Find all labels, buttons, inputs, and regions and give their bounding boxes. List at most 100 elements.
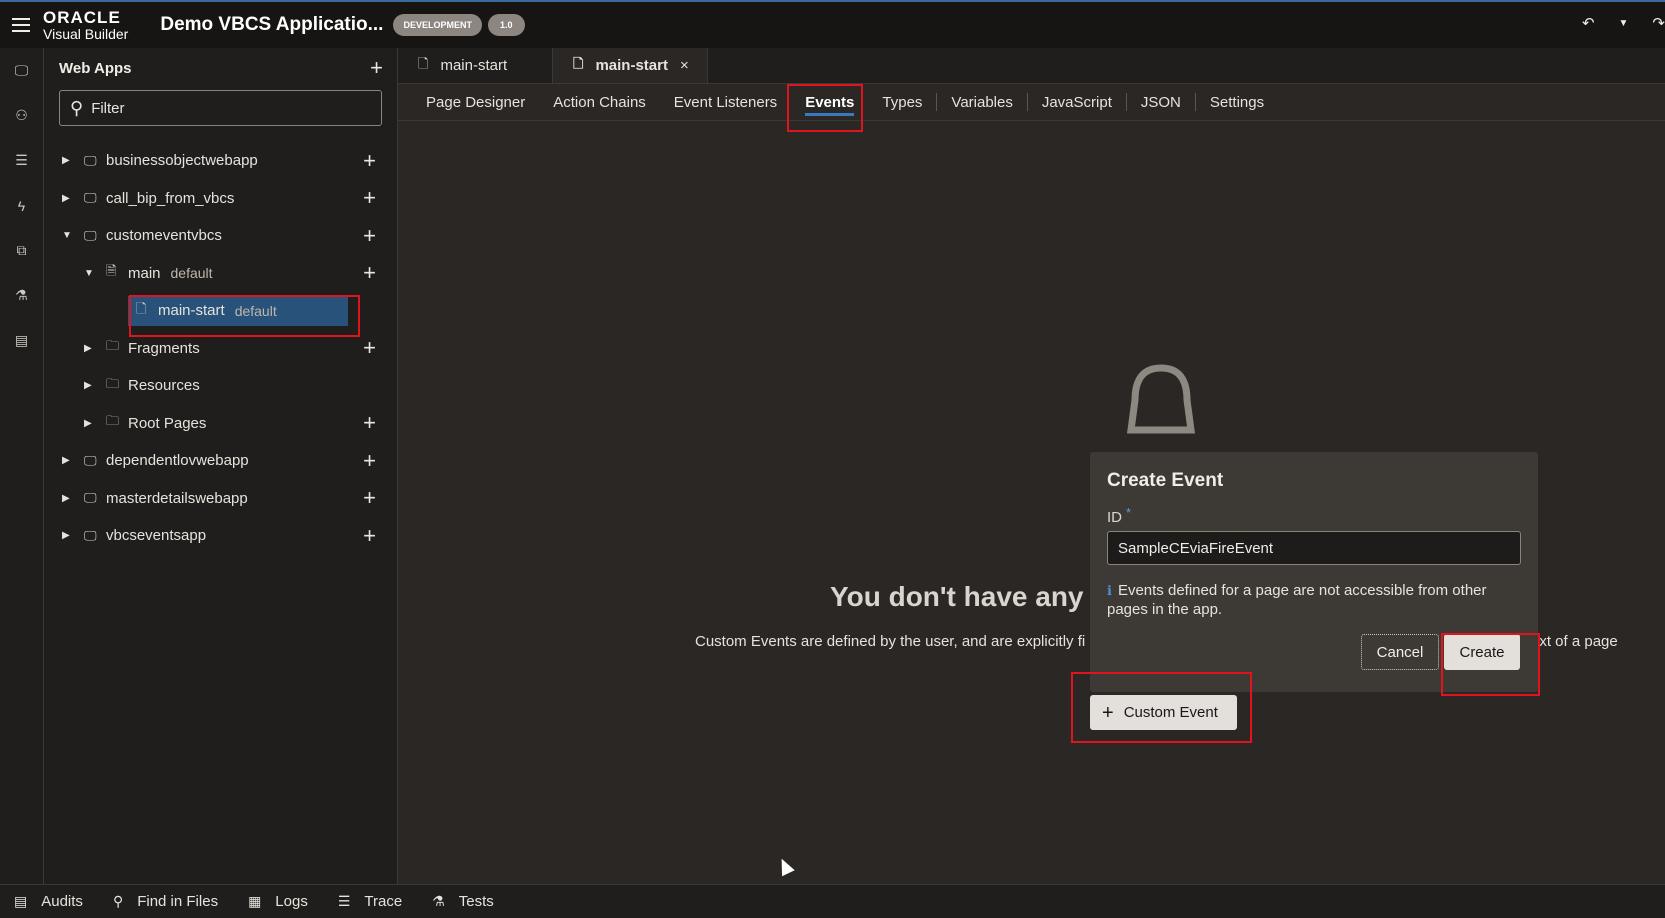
web-app-icon: 🖵 <box>84 152 97 168</box>
cancel-button[interactable]: Cancel <box>1361 634 1439 670</box>
logs-icon: ▦ <box>248 893 262 909</box>
app-title[interactable]: Demo VBCS Applicatio... <box>160 14 383 36</box>
processes-icon[interactable]: ϟ <box>0 183 43 228</box>
tree-item-customeventvbcs[interactable]: ▼ 🖵 customeventvbcs + <box>44 217 397 255</box>
tree-item-root-pages[interactable]: ▶ 🗀 Root Pages + <box>44 405 397 443</box>
oracle-logo: ORACLE Visual Builder <box>43 9 128 41</box>
add-button[interactable]: + <box>363 187 376 209</box>
add-custom-event-button[interactable]: + Custom Event <box>1090 695 1237 730</box>
tree-item-label: Resources <box>128 377 200 395</box>
version-badge[interactable]: 1.0 <box>487 14 525 36</box>
expand-icon[interactable]: ▶ <box>62 155 74 166</box>
empty-state-title: You don't have any <box>830 581 1084 612</box>
tree-item-label: dependentlovwebapp <box>106 452 249 470</box>
add-button[interactable]: + <box>363 449 376 472</box>
dialog-title: Create Event <box>1107 470 1224 491</box>
hamburger-menu-icon[interactable] <box>12 18 30 32</box>
web-app-icon: 🖵 <box>84 452 97 468</box>
bell-icon <box>1127 364 1195 434</box>
collapse-icon[interactable]: ▼ <box>84 268 96 279</box>
expand-icon[interactable]: ▶ <box>84 418 96 429</box>
add-button[interactable]: + <box>363 487 376 509</box>
tree-item-call-bip-from-vbcs[interactable]: ▶ 🖵 call_bip_from_vbcs + <box>44 180 397 218</box>
expand-icon[interactable]: ▶ <box>84 343 96 354</box>
tab-event-listeners[interactable]: Event Listeners <box>660 84 791 121</box>
editor-tabs: 🗋 main-start 🗋 main-start × <box>398 48 1665 84</box>
business-objects-icon[interactable]: ☰ <box>0 138 43 183</box>
tree-item-resources[interactable]: ▶ 🗀 Resources <box>44 367 397 405</box>
create-button[interactable]: Create <box>1444 634 1520 670</box>
expand-icon[interactable]: ▶ <box>84 380 96 391</box>
add-button[interactable]: + <box>363 412 376 434</box>
close-icon[interactable]: × <box>680 57 689 74</box>
tree-item-fragments[interactable]: ▶ 🗀 Fragments + <box>44 330 397 368</box>
selected-row[interactable]: 🗋 main-start default <box>128 295 348 326</box>
page-subtabs: Page Designer Action Chains Event Listen… <box>398 84 1665 121</box>
filter-input[interactable]: ⚲ Filter <box>59 90 382 126</box>
add-button[interactable]: + <box>363 524 376 547</box>
tree-item-main-start[interactable]: 🗋 main-start default <box>44 292 397 330</box>
editor-area: 🗋 main-start 🗋 main-start × Page Designe… <box>398 48 1665 884</box>
bottom-bar: ▤ Audits ⚲ Find in Files ▦ Logs ☰ Trace ⚗ Tes… <box>0 884 1665 918</box>
add-button[interactable]: + <box>363 337 376 359</box>
folder-icon: 🗀 <box>106 338 120 354</box>
panel-title: Web Apps <box>59 59 132 77</box>
trace-label: Trace <box>364 893 403 910</box>
logs-button[interactable]: ▦ Logs <box>248 893 308 910</box>
add-button[interactable]: + <box>363 262 376 284</box>
add-web-app-button[interactable]: + <box>370 57 383 79</box>
expand-icon[interactable]: ▶ <box>62 193 74 204</box>
tab-main-start-1[interactable]: 🗋 main-start <box>398 48 553 83</box>
components-icon[interactable]: ⧉ <box>0 228 43 273</box>
create-event-dialog: Create Event ID * SampleCEviaFireEvent ℹE… <box>1090 452 1538 692</box>
tab-page-designer[interactable]: Page Designer <box>412 84 539 121</box>
tab-variables[interactable]: Variables <box>937 84 1026 121</box>
environment-badge[interactable]: DEVELOPMENT <box>393 14 482 36</box>
add-button[interactable]: + <box>363 149 376 172</box>
expand-icon[interactable]: ▶ <box>62 530 74 541</box>
tab-settings[interactable]: Settings <box>1196 84 1278 121</box>
web-app-icon[interactable]: 🖵 <box>0 48 43 93</box>
page-icon: 🗋 <box>573 55 584 71</box>
folder-icon: 🗀 <box>106 413 120 429</box>
top-bar: ORACLE Visual Builder Demo VBCS Applicat… <box>0 0 1665 48</box>
expand-icon[interactable]: ▶ <box>62 493 74 504</box>
folder-icon: 🗀 <box>106 375 120 391</box>
collapse-icon[interactable]: ▼ <box>62 230 74 241</box>
add-button[interactable]: + <box>363 224 376 247</box>
tab-types[interactable]: Types <box>868 84 936 121</box>
tab-events[interactable]: Events <box>791 84 868 121</box>
empty-state-text: Custom Events are defined by the user, a… <box>695 633 1086 650</box>
button-label: Custom Event <box>1123 704 1218 721</box>
audits-button[interactable]: ▤ Audits <box>14 893 83 910</box>
trace-button[interactable]: ☰ Trace <box>338 893 402 910</box>
tree-item-main[interactable]: ▼ 🗎 main default + <box>44 255 397 293</box>
tree-item-label: main-start <box>158 302 225 320</box>
navigator-rail: 🖵 ⚇ ☰ ϟ ⧉ ⚗ ▤ <box>0 48 44 884</box>
chevron-down-icon[interactable]: ▼ <box>1619 14 1629 32</box>
layouts-icon[interactable]: ⚗ <box>0 273 43 318</box>
service-connection-icon[interactable]: ⚇ <box>0 93 43 138</box>
tab-action-chains[interactable]: Action Chains <box>539 84 660 121</box>
tree-item-label: vbcseventsapp <box>106 527 207 545</box>
undo-icon[interactable]: ↶ <box>1582 14 1595 32</box>
tab-label: main-start <box>595 57 668 74</box>
tab-main-start-2[interactable]: 🗋 main-start × <box>553 48 708 83</box>
id-field[interactable]: SampleCEviaFireEvent <box>1107 531 1521 565</box>
tree-item-dependentlovwebapp[interactable]: ▶ 🖵 dependentlovwebapp + <box>44 442 397 480</box>
web-app-icon: 🖵 <box>84 527 97 543</box>
tab-javascript[interactable]: JavaScript <box>1028 84 1126 121</box>
tree-item-businessobjectwebapp[interactable]: ▶ 🖵 businessobjectwebapp + <box>44 142 397 180</box>
find-in-files-button[interactable]: ⚲ Find in Files <box>113 893 218 910</box>
tests-button[interactable]: ⚗ Tests <box>432 893 494 910</box>
source-icon[interactable]: ▤ <box>0 318 43 363</box>
info-note-text: Events defined for a page are not access… <box>1107 582 1487 618</box>
info-note: ℹ Events defined for a page are not acces… <box>1107 581 1517 619</box>
expand-icon[interactable]: ▶ <box>62 455 74 466</box>
tree-item-masterdetailswebapp[interactable]: ▶ 🖵 masterdetailswebapp + <box>44 480 397 518</box>
tree-item-vbcseventsapp[interactable]: ▶ 🖵 vbcseventsapp + <box>44 517 397 555</box>
search-icon: ⚲ <box>70 97 84 118</box>
trace-icon: ☰ <box>337 893 351 909</box>
redo-icon[interactable]: ↷ <box>1652 14 1665 32</box>
tab-json[interactable]: JSON <box>1127 84 1195 121</box>
